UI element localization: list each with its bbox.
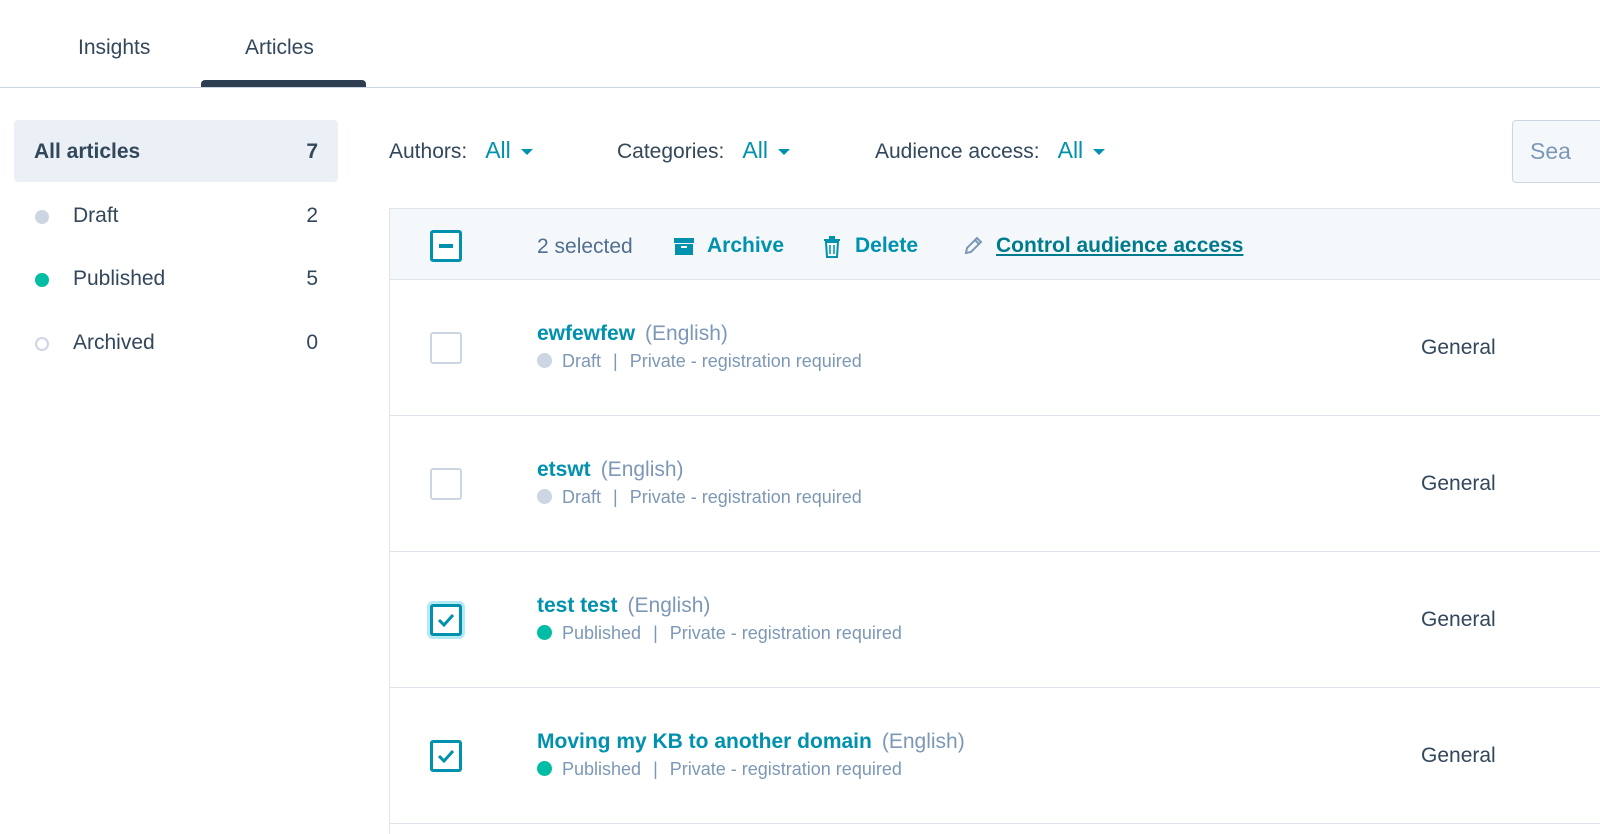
article-title: etswt (English) <box>537 458 684 482</box>
article-title: test test (English) <box>537 594 710 618</box>
sidebar-item-count: 2 <box>306 204 318 227</box>
table-row: Moving my KB to another domain (English) … <box>390 688 1600 824</box>
published-status-dot-icon <box>537 761 552 776</box>
checkmark-icon <box>437 613 455 628</box>
row-checkbox[interactable] <box>430 332 462 364</box>
archive-button[interactable]: Archive <box>673 234 784 258</box>
article-status: Draft <box>562 487 602 507</box>
article-name-link[interactable]: ewfewfew <box>537 322 635 345</box>
caret-down-icon <box>777 148 790 155</box>
article-language: (English) <box>627 594 711 617</box>
sidebar-item-draft[interactable]: Draft 2 <box>14 184 338 246</box>
tab-bar: Insights Articles <box>0 0 1600 88</box>
sidebar-item-label: Draft <box>73 204 119 227</box>
article-language: (English) <box>881 730 965 753</box>
delete-button[interactable]: Delete <box>823 234 918 258</box>
article-access: Private - registration required <box>629 351 862 371</box>
meta-separator: | <box>653 759 658 779</box>
article-category: General <box>1421 472 1496 495</box>
authors-filter-dropdown[interactable]: All <box>485 137 533 163</box>
article-meta: Published | Private - registration require… <box>537 623 902 644</box>
article-name-link[interactable]: etswt <box>537 458 591 481</box>
categories-filter-value: All <box>742 137 768 163</box>
articles-table: 2 selected Archive Delete Control audien… <box>389 208 1600 834</box>
delete-button-label: Delete <box>855 234 919 257</box>
sidebar-item-label: Archived <box>73 331 155 354</box>
meta-separator: | <box>653 623 658 643</box>
sidebar-item-published[interactable]: Published 5 <box>14 247 338 309</box>
table-row: ewfewfew (English) Draft | Private - regist… <box>390 280 1600 416</box>
row-checkbox[interactable] <box>430 740 462 772</box>
authors-filter: Authors: All <box>389 137 533 164</box>
draft-status-dot-icon <box>35 210 49 224</box>
active-tab-indicator <box>201 80 366 87</box>
published-status-dot-icon <box>537 625 552 640</box>
caret-down-icon <box>1093 148 1106 155</box>
article-status: Draft <box>562 351 602 371</box>
article-title: Moving my KB to another domain (English) <box>537 730 965 754</box>
audience-access-filter: Audience access: All <box>875 137 1106 164</box>
article-category: General <box>1421 336 1496 359</box>
sidebar-item-count: 5 <box>306 267 318 290</box>
meta-separator: | <box>613 487 618 507</box>
article-status: Published <box>562 759 642 779</box>
audience-access-filter-value: All <box>1057 137 1084 163</box>
pencil-icon <box>964 236 983 255</box>
categories-filter-dropdown[interactable]: All <box>742 137 790 163</box>
control-audience-access-label: Control audience access <box>996 234 1244 257</box>
search-input[interactable]: Sea <box>1512 120 1600 183</box>
audience-access-filter-dropdown[interactable]: All <box>1058 137 1106 163</box>
article-meta: Draft | Private - registration required <box>537 487 862 508</box>
categories-filter-label: Categories: <box>617 140 725 163</box>
bulk-action-bar: 2 selected Archive Delete Control audien… <box>390 209 1600 280</box>
article-status: Published <box>562 623 642 643</box>
archive-button-label: Archive <box>707 234 785 257</box>
draft-status-dot-icon <box>537 489 552 504</box>
meta-separator: | <box>613 351 618 371</box>
article-category: General <box>1421 608 1496 631</box>
select-all-checkbox[interactable] <box>430 230 462 262</box>
trash-icon <box>824 236 840 258</box>
draft-status-dot-icon <box>537 353 552 368</box>
article-access: Private - registration required <box>669 759 902 779</box>
sidebar-item-label: All articles <box>34 140 141 163</box>
row-checkbox[interactable] <box>430 604 462 636</box>
article-language: (English) <box>645 322 728 345</box>
table-row: test test (English) Published | Private - r… <box>390 552 1600 688</box>
categories-filter: Categories: All <box>617 137 790 164</box>
sidebar-item-label: Published <box>73 267 166 290</box>
tab-articles[interactable]: Articles <box>245 36 314 60</box>
control-audience-access-button[interactable]: Control audience access <box>963 234 1243 258</box>
article-category: General <box>1421 744 1496 767</box>
row-checkbox[interactable] <box>430 468 462 500</box>
sidebar-item-all-articles[interactable]: All articles 7 <box>14 120 338 182</box>
article-name-link[interactable]: Moving my KB to another domain <box>537 730 872 753</box>
sidebar-item-count: 7 <box>306 140 318 163</box>
article-language: (English) <box>600 458 684 481</box>
published-status-dot-icon <box>35 273 49 287</box>
sidebar-item-archived[interactable]: Archived 0 <box>14 311 338 373</box>
selected-count: 2 selected <box>537 235 633 258</box>
archive-box-icon <box>674 238 694 255</box>
minus-icon <box>439 244 453 248</box>
table-row: etswt (English) Draft | Private - registrat… <box>390 416 1600 552</box>
article-access: Private - registration required <box>669 623 902 643</box>
article-meta: Draft | Private - registration required <box>537 351 862 372</box>
archived-status-dot-icon <box>35 337 49 351</box>
article-meta: Published | Private - registration require… <box>537 759 902 780</box>
article-access: Private - registration required <box>629 487 862 507</box>
authors-filter-value: All <box>485 137 511 163</box>
sidebar-item-count: 0 <box>306 331 318 354</box>
caret-down-icon <box>520 148 533 155</box>
article-name-link[interactable]: test test <box>537 594 618 617</box>
article-title: ewfewfew (English) <box>537 322 728 346</box>
authors-filter-label: Authors: <box>389 140 468 163</box>
checkmark-icon <box>437 749 455 764</box>
tab-insights[interactable]: Insights <box>78 36 150 60</box>
audience-access-filter-label: Audience access: <box>875 140 1040 163</box>
